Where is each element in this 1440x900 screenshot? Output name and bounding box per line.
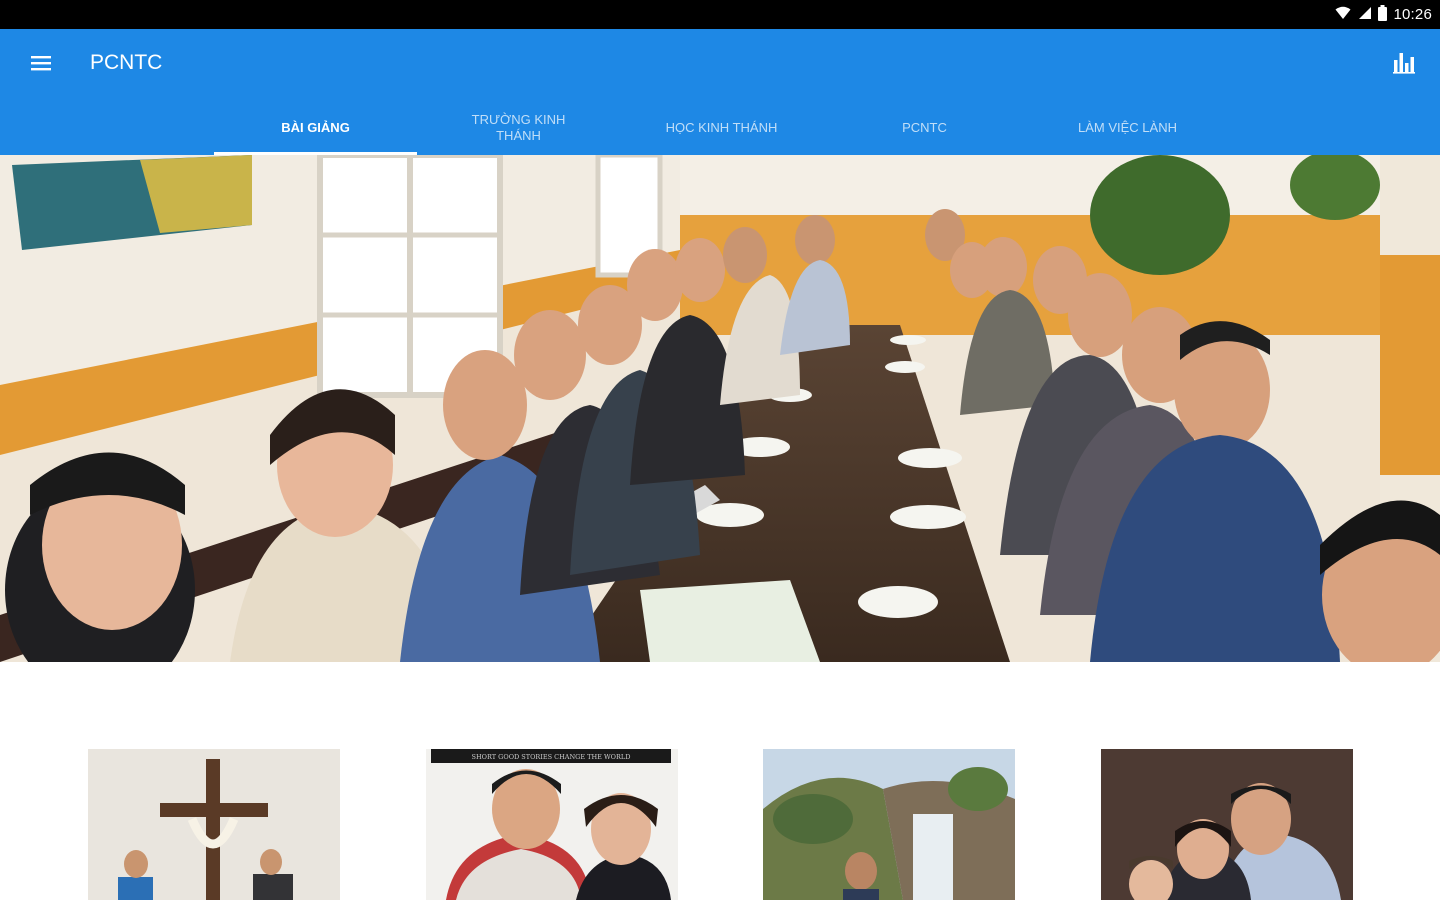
thumbnail-family-photo[interactable] xyxy=(1101,749,1353,900)
tab-label: PCNTC xyxy=(902,120,947,135)
couple-image: SHORT GOOD STORIES CHANGE THE WORLD xyxy=(426,749,678,900)
waterfall-image xyxy=(763,749,1015,900)
tab-label: LÀM VIỆC LÀNH xyxy=(1078,120,1177,135)
wifi-icon xyxy=(1335,5,1351,24)
thumbnail-waterfall-photo[interactable] xyxy=(763,749,1015,900)
family-image xyxy=(1101,749,1353,900)
tab-label: TRƯỜNG KINH THÁNH xyxy=(471,112,566,143)
tab-pcntc[interactable]: PCNTC xyxy=(823,101,1026,155)
tab-bai-giang[interactable]: BÀI GIẢNG xyxy=(214,101,417,155)
thumbnail-grid: SHORT GOOD STORIES CHANGE THE WORLD xyxy=(0,749,1440,900)
battery-icon xyxy=(1378,4,1388,25)
app-title: PCNTC xyxy=(90,51,163,74)
hero-image[interactable] xyxy=(0,155,1440,662)
cross-image xyxy=(88,749,340,900)
tab-bar: BÀI GIẢNG TRƯỜNG KINH THÁNH HỌC KINH THÁ… xyxy=(214,101,1229,155)
bar-chart-icon xyxy=(1392,51,1416,79)
thumbnail-cross-photo[interactable] xyxy=(88,749,340,900)
tab-lam-viec-lanh[interactable]: LÀM VIỆC LÀNH xyxy=(1026,101,1229,155)
menu-icon xyxy=(31,55,51,75)
tab-label: HỌC KINH THÁNH xyxy=(665,120,778,135)
tab-truong-kinh-thanh[interactable]: TRƯỜNG KINH THÁNH xyxy=(417,101,620,155)
signal-icon xyxy=(1357,5,1372,24)
tab-label: BÀI GIẢNG xyxy=(281,120,350,135)
status-icons: 10:26 xyxy=(1335,4,1432,25)
status-time: 10:26 xyxy=(1393,6,1432,23)
app-bar: PCNTC BÀI GIẢNG TRƯỜNG KINH THÁNH HỌC KI… xyxy=(0,29,1440,155)
couple-banner-text: SHORT GOOD STORIES CHANGE THE WORLD xyxy=(472,753,631,761)
chart-button[interactable] xyxy=(1386,47,1422,83)
menu-button[interactable] xyxy=(20,45,62,85)
status-bar: 10:26 xyxy=(0,0,1440,29)
tab-hoc-kinh-thanh[interactable]: HỌC KINH THÁNH xyxy=(620,101,823,155)
hero-photo xyxy=(0,155,1440,662)
thumbnail-couple-photo[interactable]: SHORT GOOD STORIES CHANGE THE WORLD xyxy=(426,749,678,900)
toolbar: PCNTC xyxy=(0,29,1440,101)
